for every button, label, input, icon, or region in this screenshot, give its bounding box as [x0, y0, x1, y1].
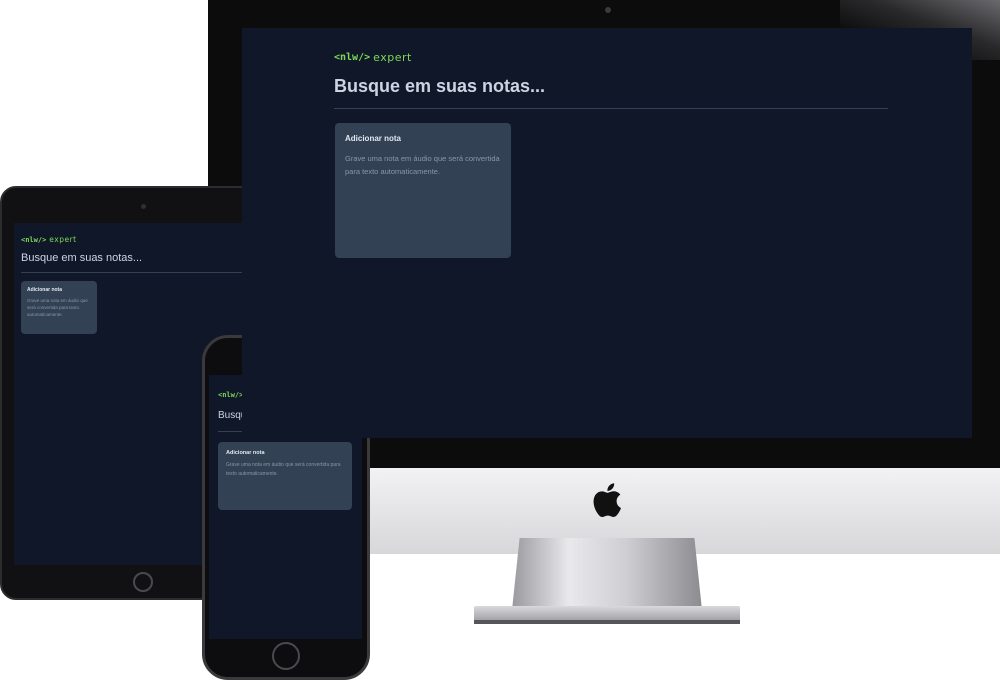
card-title: Adicionar nota: [27, 287, 63, 293]
imac-foot-shadow: [474, 620, 740, 624]
search-input[interactable]: Busque em suas notas...: [334, 76, 545, 97]
camera-icon: [141, 204, 146, 209]
card-description: Grave uma nota em áudio que será convert…: [27, 298, 88, 317]
logo-tag: <nlw/>: [21, 235, 47, 244]
add-note-card[interactable]: Adicionar nota Grave uma nota em áudio q…: [335, 123, 511, 258]
card-title: Adicionar nota: [226, 450, 265, 456]
logo-word: expert: [49, 235, 77, 244]
add-note-card[interactable]: Adicionar nota Grave uma nota em áudio q…: [218, 442, 352, 510]
card-title: Adicionar nota: [345, 134, 402, 143]
logo-tag: <nlw/>: [334, 52, 371, 63]
home-button[interactable]: [272, 642, 300, 670]
card-description: Grave uma nota em áudio que será convert…: [345, 154, 500, 176]
logo-tag: <nlw/>: [218, 390, 244, 399]
logo: <nlw/> expert: [21, 235, 77, 244]
card-description: Grave uma nota em áudio que será convert…: [226, 462, 341, 477]
add-note-card[interactable]: Adicionar nota Grave uma nota em áudio q…: [21, 281, 97, 334]
camera-icon: [605, 7, 611, 13]
search-input[interactable]: Busque em suas notas...: [21, 252, 142, 264]
imac-stand: [512, 538, 702, 610]
divider: [334, 108, 888, 109]
logo-word: expert: [373, 51, 412, 64]
divider: [21, 272, 265, 273]
home-button[interactable]: [133, 572, 153, 592]
apple-logo-icon: [593, 483, 621, 518]
desktop-screen: <nlw/> expert Busque em suas notas... Ad…: [242, 28, 972, 438]
logo: <nlw/> expert: [334, 51, 412, 64]
